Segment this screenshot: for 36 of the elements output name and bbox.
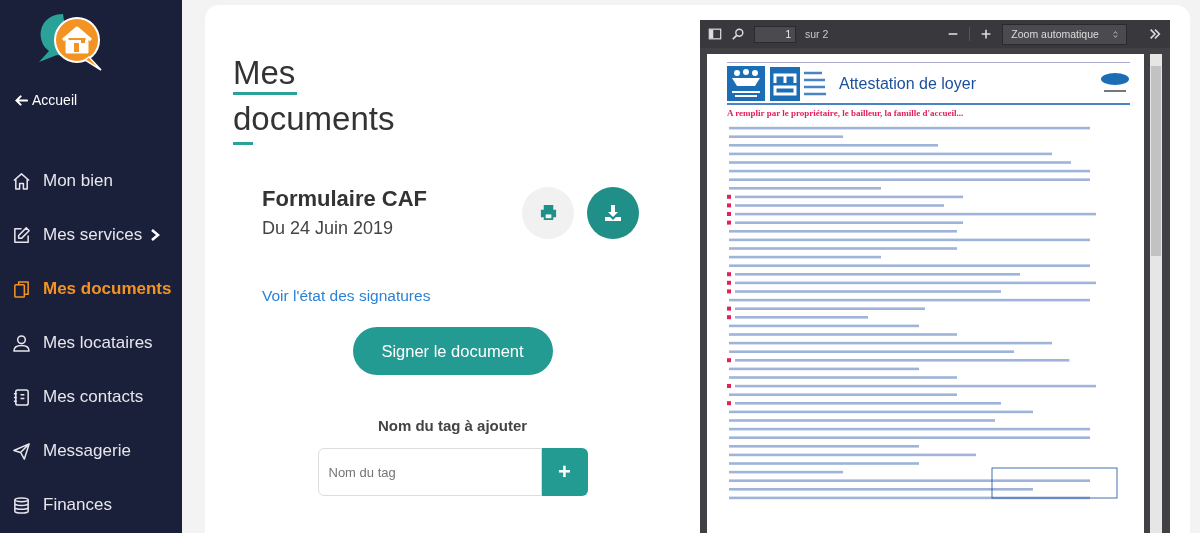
sidebar-item[interactable]: Mes locataires	[0, 316, 182, 370]
form-title: Attestation de loyer	[839, 74, 977, 93]
sidebar-toggle-icon[interactable]	[708, 27, 722, 41]
sidebar-item[interactable]: Mes services	[0, 208, 182, 262]
back-arrow-icon	[15, 94, 28, 106]
coins-icon	[12, 495, 31, 515]
document-title: Formulaire CAF	[262, 186, 429, 212]
chevron-right-icon	[150, 228, 161, 242]
signatures-link[interactable]: Voir l'état des signatures	[262, 287, 431, 305]
home-link[interactable]: Accueil	[15, 92, 78, 108]
page-count: sur 2	[805, 28, 829, 40]
user-icon	[12, 333, 31, 353]
copy-icon	[12, 279, 31, 299]
page-number-field[interactable]: 1	[754, 25, 796, 43]
download-button[interactable]	[587, 186, 639, 239]
download-icon	[603, 202, 623, 223]
sidebar-item[interactable]: Messagerie	[0, 424, 182, 478]
sidebar-item[interactable]: Finances	[0, 478, 182, 532]
tag-label: Nom du tag à ajouter	[377, 417, 528, 434]
form-heading: A remplir par le propriétaire, le bailleur, la famille d'accueil...	[727, 108, 965, 118]
zoom-select[interactable]: Zoom automatique	[1002, 23, 1127, 45]
search-icon[interactable]	[731, 27, 745, 41]
double-chevron-icon[interactable]	[1148, 27, 1162, 41]
send-icon	[12, 441, 31, 461]
scrollbar[interactable]	[1150, 54, 1162, 533]
house-icon	[12, 171, 31, 191]
document-date: Du 24 Juin 2019	[262, 218, 395, 239]
select-caret-icon	[1112, 29, 1118, 39]
sidebar-item[interactable]: Mon bien	[0, 154, 182, 208]
family-logo-icon	[727, 66, 765, 101]
edit-icon	[12, 225, 31, 245]
sidebar-item[interactable]: Mes contacts	[0, 370, 182, 424]
print-icon	[538, 203, 558, 222]
contacts-icon	[12, 387, 31, 407]
sidebar-item[interactable]: Mes documents	[0, 262, 182, 316]
tag-input[interactable]: Nom du tag	[317, 448, 542, 496]
